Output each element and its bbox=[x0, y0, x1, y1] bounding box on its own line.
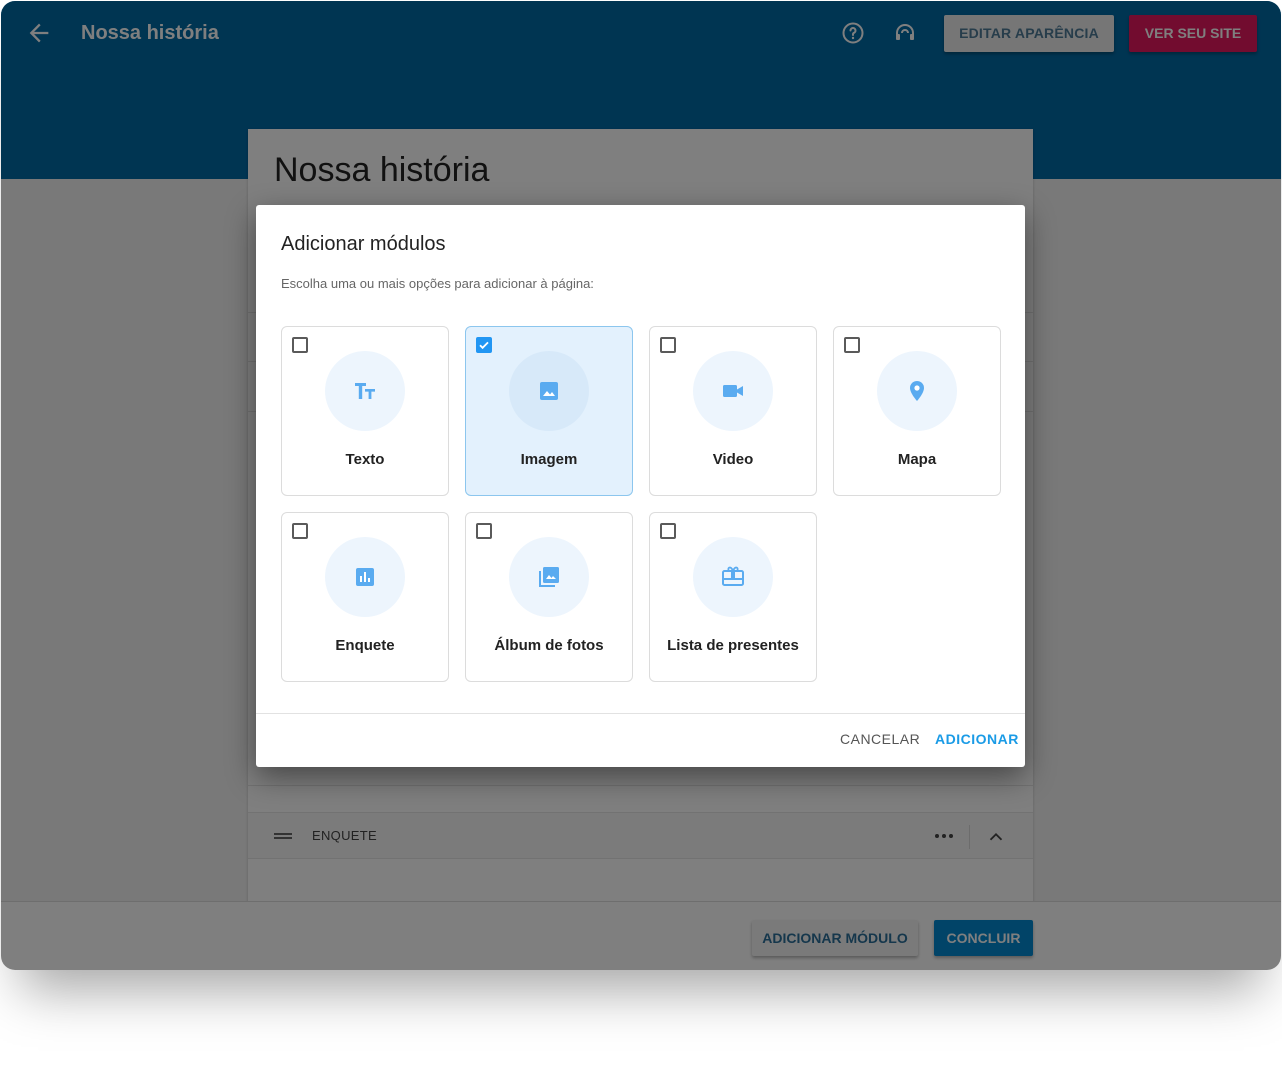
icon-circle bbox=[693, 351, 773, 431]
cancel-button[interactable]: CANCELAR bbox=[840, 731, 920, 747]
module-option-texto[interactable]: Texto bbox=[281, 326, 449, 496]
module-option-label: Enquete bbox=[335, 637, 395, 654]
module-option-label: Álbum de fotos bbox=[494, 637, 604, 654]
checkbox[interactable] bbox=[660, 523, 676, 539]
checkbox[interactable] bbox=[660, 337, 676, 353]
icon-circle bbox=[693, 537, 773, 617]
module-option-video[interactable]: Video bbox=[649, 326, 817, 496]
video-camera-icon bbox=[723, 385, 743, 397]
icon-circle bbox=[325, 351, 405, 431]
module-option-enquete[interactable]: Enquete bbox=[281, 512, 449, 682]
add-modules-dialog: Adicionar módulos Escolha uma ou mais op… bbox=[256, 205, 1025, 767]
module-option-label: Lista de presentes bbox=[667, 637, 799, 654]
module-option-label: Mapa bbox=[897, 451, 937, 468]
icon-circle bbox=[509, 537, 589, 617]
dialog-subtitle: Escolha uma ou mais opções para adiciona… bbox=[281, 276, 594, 291]
icon-circle bbox=[325, 537, 405, 617]
dialog-title: Adicionar módulos bbox=[281, 233, 446, 255]
module-option-album-de-fotos[interactable]: Álbum de fotos bbox=[465, 512, 633, 682]
app-window: Nossa história EDITAR APARÊNCIA VER SEU … bbox=[1, 1, 1281, 970]
checkbox-checked[interactable] bbox=[476, 337, 492, 353]
text-format-icon bbox=[355, 383, 375, 399]
checkbox[interactable] bbox=[844, 337, 860, 353]
map-pin-icon bbox=[910, 381, 924, 401]
module-option-mapa[interactable]: Mapa bbox=[833, 326, 1001, 496]
divider bbox=[256, 713, 1025, 714]
add-button[interactable]: ADICIONAR bbox=[935, 731, 1019, 747]
checkbox[interactable] bbox=[292, 523, 308, 539]
gift-card-icon bbox=[722, 566, 744, 586]
module-option-lista-de-presentes[interactable]: Lista de presentes bbox=[649, 512, 817, 682]
poll-icon bbox=[356, 568, 374, 586]
checkbox[interactable] bbox=[292, 337, 308, 353]
icon-circle bbox=[877, 351, 957, 431]
module-option-label: Imagem bbox=[520, 451, 578, 468]
module-option-imagem[interactable]: Imagem bbox=[465, 326, 633, 496]
icon-circle bbox=[509, 351, 589, 431]
photo-library-icon bbox=[539, 567, 559, 587]
image-icon bbox=[540, 382, 558, 400]
module-option-label: Texto bbox=[345, 451, 385, 468]
checkbox[interactable] bbox=[476, 523, 492, 539]
checkmark-icon bbox=[479, 341, 489, 350]
module-option-label: Video bbox=[712, 451, 754, 468]
